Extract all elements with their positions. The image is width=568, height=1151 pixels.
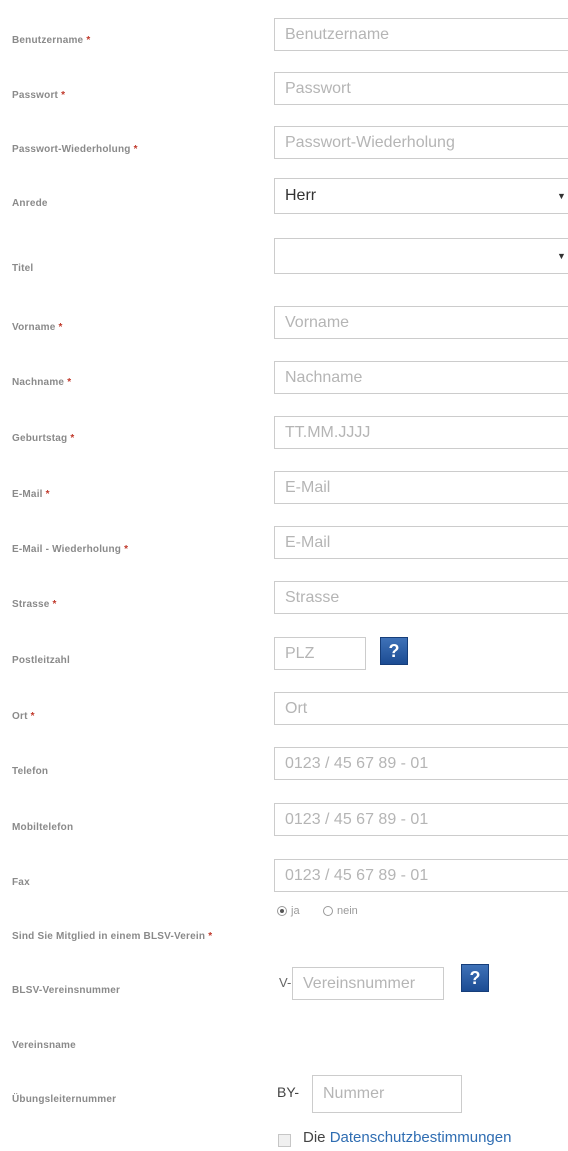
membership-no-option[interactable]: nein xyxy=(323,905,358,917)
membership-yes-option[interactable]: ja xyxy=(277,905,300,917)
trainer-number-label: Übungsleiternummer xyxy=(12,1094,116,1105)
required-marker: * xyxy=(52,599,57,610)
birthday-label-text: Geburtstag xyxy=(12,433,68,444)
privacy-checkbox[interactable] xyxy=(278,1134,291,1147)
club-number-prefix: V- xyxy=(279,975,292,990)
privacy-policy-link[interactable]: Datenschutzbestimmungen xyxy=(330,1129,512,1146)
title-select[interactable]: ▼ xyxy=(274,238,568,274)
email-repeat-label-text: E-Mail - Wiederholung xyxy=(12,544,122,555)
city-input[interactable] xyxy=(274,692,568,725)
zip-input[interactable] xyxy=(274,637,366,670)
trainer-number-label-text: Übungsleiternummer xyxy=(12,1094,117,1105)
password-repeat-label: Passwort-Wiederholung * xyxy=(12,144,138,155)
zip-help-button[interactable]: ? xyxy=(380,637,408,665)
mobile-label: Mobiltelefon xyxy=(12,822,73,833)
required-marker: * xyxy=(58,322,63,333)
privacy-consent-text: Die Datenschutzbestimmungen xyxy=(303,1129,511,1146)
lastname-label: Nachname * xyxy=(12,377,71,388)
required-marker: * xyxy=(208,931,213,942)
username-input[interactable] xyxy=(274,18,568,51)
required-marker: * xyxy=(124,544,129,555)
trainer-number-prefix: BY- xyxy=(277,1084,300,1100)
club-number-input[interactable] xyxy=(292,967,444,1000)
club-number-help-button[interactable]: ? xyxy=(461,964,489,992)
fax-input[interactable] xyxy=(274,859,568,892)
title-label-text: Titel xyxy=(12,263,34,274)
password-repeat-label-text: Passwort-Wiederholung xyxy=(12,144,131,155)
membership-yes-label: ja xyxy=(291,905,300,917)
zip-label: Postleitzahl xyxy=(12,655,70,666)
firstname-input[interactable] xyxy=(274,306,568,339)
required-marker: * xyxy=(67,377,72,388)
email-label: E-Mail * xyxy=(12,489,50,500)
password-repeat-input[interactable] xyxy=(274,126,568,159)
street-label-text: Strasse xyxy=(12,599,50,610)
birthday-label: Geburtstag * xyxy=(12,433,74,444)
club-number-label-text: BLSV-Vereinsnummer xyxy=(12,985,121,996)
username-label: Benutzername * xyxy=(12,35,90,46)
required-marker: * xyxy=(30,711,35,722)
club-number-label: BLSV-Vereinsnummer xyxy=(12,985,120,996)
username-label-text: Benutzername xyxy=(12,35,84,46)
email-label-text: E-Mail xyxy=(12,489,43,500)
mobile-input[interactable] xyxy=(274,803,568,836)
title-label: Titel xyxy=(12,263,33,274)
club-name-label-text: Vereinsname xyxy=(12,1040,76,1051)
phone-input[interactable] xyxy=(274,747,568,780)
club-name-label: Vereinsname xyxy=(12,1040,76,1051)
street-label: Strasse * xyxy=(12,599,57,610)
salutation-label: Anrede xyxy=(12,198,48,209)
required-marker: * xyxy=(70,433,75,444)
consent-prefix: Die xyxy=(303,1129,326,1146)
city-label-text: Ort xyxy=(12,711,28,722)
required-marker: * xyxy=(133,144,138,155)
salutation-select[interactable]: Herr ▼ xyxy=(274,178,568,214)
password-label-text: Passwort xyxy=(12,90,59,101)
radio-no-icon[interactable] xyxy=(323,906,333,916)
salutation-value: Herr xyxy=(285,187,317,204)
zip-label-text: Postleitzahl xyxy=(12,655,70,666)
email-input[interactable] xyxy=(274,471,568,504)
dropdown-caret-icon: ▼ xyxy=(557,251,566,261)
password-input[interactable] xyxy=(274,72,568,105)
phone-label-text: Telefon xyxy=(12,766,49,777)
membership-label-text: Sind Sie Mitglied in einem BLSV-Verein xyxy=(12,931,206,942)
required-marker: * xyxy=(86,35,91,46)
password-label: Passwort * xyxy=(12,90,65,101)
phone-label: Telefon xyxy=(12,766,48,777)
mobile-label-text: Mobiltelefon xyxy=(12,822,74,833)
firstname-label: Vorname * xyxy=(12,322,63,333)
radio-yes-icon[interactable] xyxy=(277,906,287,916)
salutation-label-text: Anrede xyxy=(12,198,48,209)
email-repeat-label: E-Mail - Wiederholung * xyxy=(12,544,128,555)
firstname-label-text: Vorname xyxy=(12,322,56,333)
required-marker: * xyxy=(61,90,66,101)
trainer-number-input[interactable] xyxy=(312,1075,462,1113)
lastname-label-text: Nachname xyxy=(12,377,65,388)
city-label: Ort * xyxy=(12,711,35,722)
membership-no-label: nein xyxy=(337,905,358,917)
dropdown-caret-icon: ▼ xyxy=(557,191,566,201)
fax-label: Fax xyxy=(12,877,30,888)
membership-label: Sind Sie Mitglied in einem BLSV-Verein * xyxy=(12,931,212,942)
lastname-input[interactable] xyxy=(274,361,568,394)
street-input[interactable] xyxy=(274,581,568,614)
fax-label-text: Fax xyxy=(12,877,30,888)
email-repeat-input[interactable] xyxy=(274,526,568,559)
required-marker: * xyxy=(45,489,50,500)
birthday-input[interactable] xyxy=(274,416,568,449)
